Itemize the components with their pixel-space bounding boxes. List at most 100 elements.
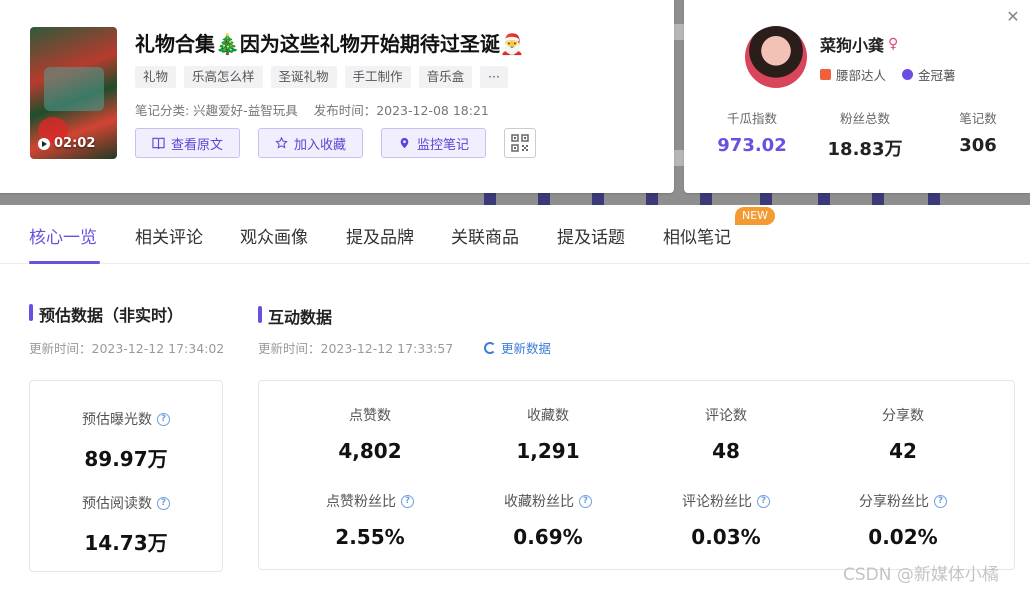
refresh-data-button[interactable]: 更新数据	[484, 338, 551, 357]
interaction-ratio-metric: 收藏粉丝比 ? 0.69%	[467, 491, 629, 549]
monitor-note-label: 监控笔记	[417, 137, 470, 153]
qr-code-icon	[511, 134, 529, 152]
author-rank-label: 金冠薯	[918, 68, 956, 83]
note-cover[interactable]: 02:02	[30, 27, 117, 159]
tab-overview[interactable]: 核心一览	[29, 223, 97, 248]
author-name-text: 菜狗小龚	[820, 36, 885, 55]
tab-similar-notes[interactable]: 相似笔记	[663, 223, 731, 248]
interaction-metric: 分享数 42	[832, 405, 974, 463]
avatar[interactable]	[745, 26, 807, 88]
stat-notes: 笔记数 306	[938, 108, 1018, 161]
play-icon	[38, 137, 50, 150]
metric-value: 4,802	[338, 439, 402, 463]
tab-audience[interactable]: 观众画像	[240, 223, 308, 248]
stat-followers: 粉丝总数 18.83万	[825, 108, 905, 161]
metric-value: 48	[712, 439, 740, 463]
cover-decoration	[44, 67, 104, 111]
add-favorite-label: 加入收藏	[294, 137, 347, 153]
estimate-section-title: 预估数据（非实时）	[29, 302, 183, 326]
metric-label-text: 分享粉丝比	[859, 494, 929, 510]
stat-value: 18.83万	[827, 139, 903, 160]
metric-value: 89.97万	[84, 447, 168, 471]
note-tag[interactable]: 音乐盒	[418, 66, 473, 88]
metric-value: 0.69%	[513, 525, 583, 549]
estimate-updated-time: 更新时间：2023-12-12 17:34:02	[29, 341, 225, 356]
interaction-ratio-metric: 点赞粉丝比 ? 2.55%	[289, 491, 451, 549]
interaction-updated-time: 更新时间：2023-12-12 17:33:57	[258, 341, 454, 356]
metric-label-text: 收藏粉丝比	[504, 494, 574, 510]
metric-label: 点赞数	[349, 408, 391, 424]
stat-label: 笔记数	[959, 111, 997, 126]
tab-topics[interactable]: 提及话题	[557, 223, 625, 248]
note-meta: 笔记分类: 兴趣爱好-益智玩具 发布时间：2023-12-08 18:21	[135, 100, 489, 119]
help-icon[interactable]: ?	[934, 494, 947, 508]
help-icon[interactable]: ?	[757, 494, 770, 508]
metric-label: 预估曝光数 ?	[30, 409, 222, 429]
metric-label-text: 评论粉丝比	[682, 494, 752, 510]
close-icon[interactable]: ✕	[1006, 9, 1020, 25]
refresh-icon	[484, 341, 496, 354]
add-favorite-button[interactable]: 加入收藏	[258, 128, 364, 158]
stat-value: 306	[959, 135, 997, 156]
help-icon[interactable]: ?	[157, 412, 170, 426]
view-original-button[interactable]: 查看原文	[135, 128, 241, 158]
tab-comments[interactable]: 相关评论	[135, 223, 203, 248]
estimate-metric: 预估曝光数 ? 89.97万	[30, 409, 222, 472]
person-icon	[820, 69, 831, 80]
author-rank-badge: 金冠薯	[902, 65, 956, 84]
metric-label: 评论数	[705, 408, 747, 424]
estimate-metric: 预估阅读数 ? 14.73万	[30, 493, 222, 556]
location-pin-icon	[400, 137, 409, 149]
author-level-badge: 腰部达人	[820, 65, 886, 84]
note-card: 02:02 礼物合集🎄因为这些礼物开始期待过圣诞🎅 礼物 乐高怎么样 圣诞礼物 …	[0, 0, 674, 193]
metric-label: 收藏粉丝比 ?	[467, 491, 629, 511]
note-tag[interactable]: 礼物	[135, 66, 177, 88]
metric-value: 0.03%	[691, 525, 761, 549]
stat-qiangua-index: 千瓜指数 973.02	[712, 108, 792, 161]
video-duration: 02:02	[38, 136, 95, 151]
stat-label: 千瓜指数	[726, 111, 777, 126]
qr-code-button[interactable]	[504, 128, 537, 158]
metric-label-text: 点赞粉丝比	[326, 494, 396, 510]
interaction-metric: 点赞数 4,802	[299, 405, 441, 463]
note-title: 礼物合集🎄因为这些礼物开始期待过圣诞🎅	[135, 32, 525, 56]
note-tag[interactable]: 圣诞礼物	[270, 66, 337, 88]
author-name[interactable]: 菜狗小龚 ♀	[820, 32, 898, 56]
metric-label: 预估阅读数 ?	[30, 493, 222, 513]
metric-label: 分享数	[882, 408, 924, 424]
star-icon	[275, 137, 288, 149]
interaction-box: 点赞数 4,802 收藏数 1,291 评论数 48 分享数 42 点赞粉丝比 …	[258, 380, 1015, 570]
note-publish-time: 发布时间：2023-12-08 18:21	[313, 103, 489, 118]
metric-label: 点赞粉丝比 ?	[289, 491, 451, 511]
female-icon: ♀	[888, 36, 899, 52]
help-icon[interactable]: ?	[579, 494, 592, 508]
note-tags: 礼物 乐高怎么样 圣诞礼物 手工制作 音乐盒 ···	[135, 66, 508, 88]
author-stats: 千瓜指数 973.02 粉丝总数 18.83万 笔记数 306	[712, 108, 1018, 161]
help-icon[interactable]: ?	[401, 494, 414, 508]
note-tag[interactable]: 乐高怎么样	[184, 66, 263, 88]
interaction-ratio-metric: 评论粉丝比 ? 0.03%	[645, 491, 807, 549]
watermark: CSDN @新媒体小橘	[843, 565, 999, 585]
author-badges: 腰部达人 金冠薯	[820, 65, 956, 84]
metric-value: 42	[889, 439, 917, 463]
metric-value: 1,291	[516, 439, 580, 463]
tab-brands[interactable]: 提及品牌	[346, 223, 414, 248]
note-tag[interactable]: 手工制作	[344, 66, 411, 88]
active-tab-indicator	[29, 261, 100, 264]
tab-products[interactable]: 关联商品	[451, 223, 519, 248]
metric-value: 2.55%	[335, 525, 405, 549]
view-original-label: 查看原文	[171, 137, 224, 153]
interaction-section-title: 互动数据	[258, 304, 332, 328]
monitor-note-button[interactable]: 监控笔记	[381, 128, 487, 158]
metric-label-text: 预估阅读数	[82, 496, 152, 512]
interaction-metric: 收藏数 1,291	[477, 405, 619, 463]
medal-icon	[902, 69, 914, 80]
author-card: ✕ 菜狗小龚 ♀ 腰部达人 金冠薯 千瓜指数 973.02 粉丝总数 18.83…	[684, 0, 1030, 193]
more-tags[interactable]: ···	[480, 66, 508, 88]
metric-value: 14.73万	[84, 531, 168, 555]
stat-value: 973.02	[717, 135, 787, 156]
help-icon[interactable]: ?	[157, 496, 170, 510]
estimate-box: 预估曝光数 ? 89.97万 预估阅读数 ? 14.73万	[29, 380, 223, 572]
metric-label: 收藏数	[527, 408, 569, 424]
tab-bar: 核心一览 相关评论 观众画像 提及品牌 关联商品 提及话题 相似笔记	[0, 205, 1030, 264]
